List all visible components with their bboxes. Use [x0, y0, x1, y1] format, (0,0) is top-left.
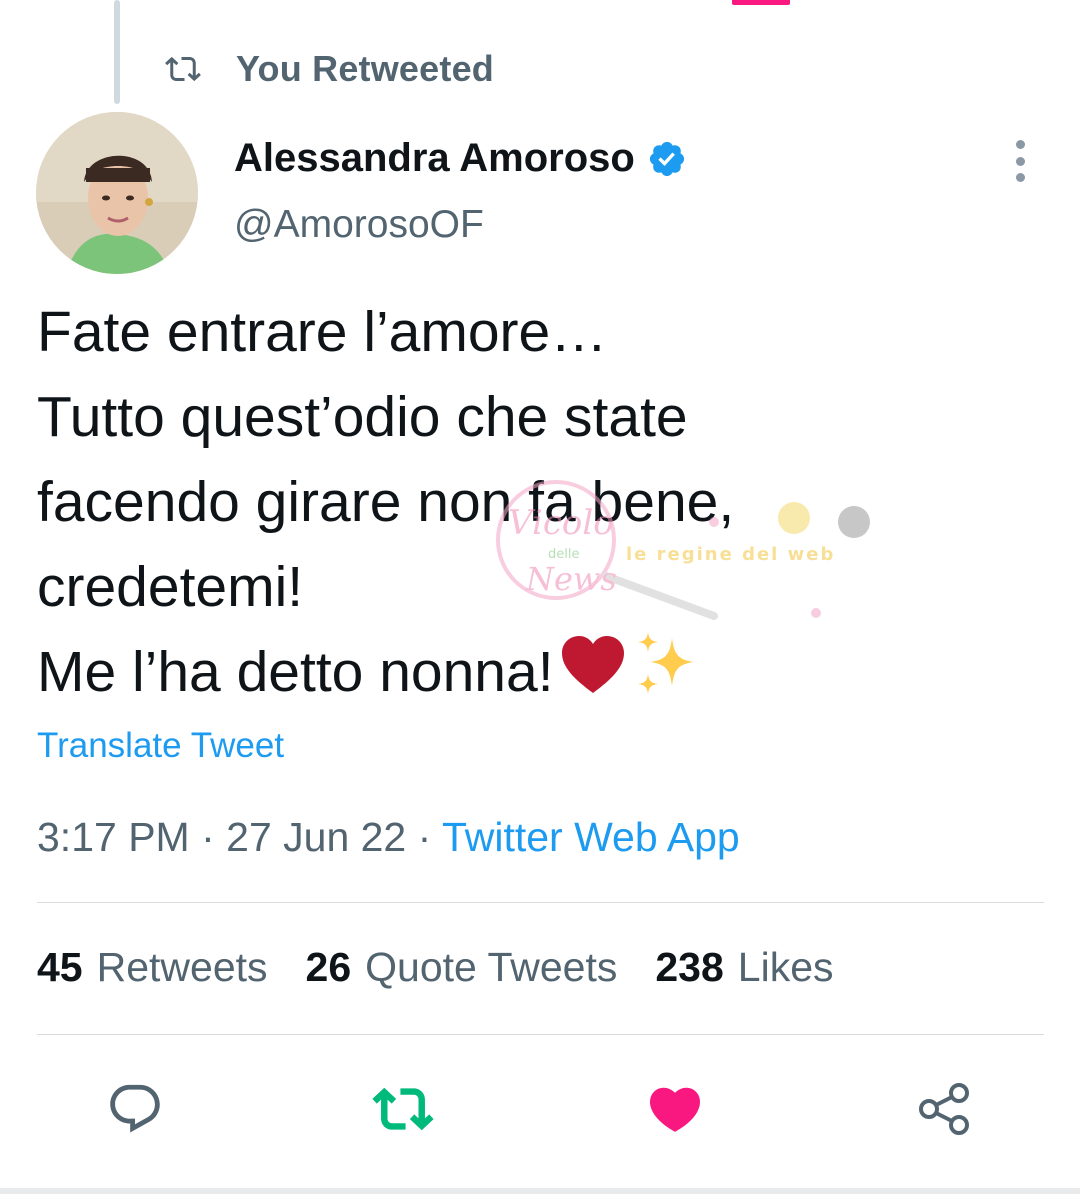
likes-stat[interactable]: 238 Likes — [655, 944, 833, 991]
retweets-count: 45 — [37, 944, 83, 990]
tweet-action-bar — [0, 1070, 1080, 1150]
reply-button[interactable] — [104, 1080, 166, 1142]
tweet-line: Fate entrare l’amore… — [37, 300, 608, 364]
divider — [37, 1034, 1044, 1035]
meta-separator: · — [189, 814, 227, 860]
divider — [37, 902, 1044, 903]
retweets-label: Retweets — [96, 944, 268, 990]
like-icon — [645, 1079, 705, 1144]
share-icon — [915, 1079, 975, 1144]
tweet-time[interactable]: 3:17 PM — [37, 814, 190, 860]
share-button[interactable] — [914, 1080, 976, 1142]
tweet-line: credetemi! — [37, 555, 304, 619]
heart-emoji-icon — [560, 634, 626, 719]
sparkles-emoji-icon — [632, 630, 702, 722]
quote-tweets-label: Quote Tweets — [365, 944, 618, 990]
quote-tweets-stat[interactable]: 26 Quote Tweets — [306, 944, 618, 991]
retweet-icon — [372, 1078, 434, 1145]
like-button[interactable] — [644, 1080, 706, 1142]
social-context[interactable]: You Retweeted — [164, 48, 494, 90]
retweet-context-label: You Retweeted — [236, 48, 494, 89]
likes-count: 238 — [655, 944, 724, 990]
likes-label: Likes — [737, 944, 834, 990]
tweet-line: Tutto quest’odio che state — [37, 385, 688, 449]
more-options-button[interactable] — [1002, 140, 1038, 182]
reply-icon — [106, 1080, 164, 1143]
thread-connector-line — [114, 0, 120, 104]
more-dot-icon — [1015, 156, 1025, 166]
tweet-date[interactable]: 27 Jun 22 — [226, 814, 406, 860]
engagement-stats: 45 Retweets 26 Quote Tweets 238 Likes — [37, 944, 834, 991]
avatar[interactable] — [36, 112, 198, 274]
verified-badge-icon — [647, 139, 687, 179]
tweet-line-last: Me l’ha detto nonna! — [37, 630, 1047, 722]
tweet-line: facendo girare non fa bene, — [37, 470, 735, 534]
retweets-stat[interactable]: 45 Retweets — [37, 944, 268, 991]
meta-separator: · — [406, 814, 442, 860]
author-name[interactable]: Alessandra Amoroso — [234, 136, 635, 181]
translate-tweet-link[interactable]: Translate Tweet — [37, 726, 284, 766]
retweet-button[interactable] — [372, 1080, 434, 1142]
more-dot-icon — [1015, 173, 1025, 182]
more-dot-icon — [1015, 140, 1025, 149]
previous-tweet-like-indicator — [732, 0, 790, 5]
author-name-row[interactable]: Alessandra Amoroso — [234, 136, 687, 181]
tweet-text: Fate entrare l’amore… Tutto quest’odio c… — [37, 290, 1047, 722]
author-handle[interactable]: @AmorosoOF — [234, 203, 484, 247]
retweet-small-icon — [164, 50, 202, 88]
quote-tweets-count: 26 — [305, 944, 352, 990]
tweet-metadata: 3:17 PM · 27 Jun 22 · Twitter Web App — [37, 814, 740, 861]
tweet-line: Me l’ha detto nonna! — [37, 640, 554, 705]
tweet-source-link[interactable]: Twitter Web App — [442, 814, 740, 860]
bottom-separator — [0, 1188, 1080, 1194]
